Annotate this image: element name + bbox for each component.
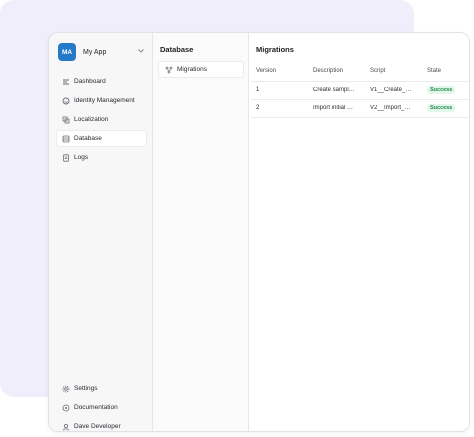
logs-icon [61,153,70,162]
cell-state: Success [422,99,469,118]
app-window: MA My App Dashboard Identity Management [48,32,470,432]
cell-version: 1 [251,81,308,100]
cell-description: Create sampl… [308,81,365,100]
cell-script: V1__Create_… [365,81,422,100]
status-badge: Success [427,104,456,112]
database-subnav: Database Migrations [153,33,249,431]
column-header[interactable]: Description [308,61,365,82]
database-icon [61,134,70,143]
cell-state: Success [422,81,469,100]
sidebar-nav: Dashboard Identity Management Localizati… [49,73,152,166]
script-text: V2__Import_… [370,105,411,111]
sidebar-item-label: Identity Management [74,97,135,104]
documentation-icon [61,403,70,412]
column-header[interactable]: State [422,61,469,82]
sidebar-item-label: Documentation [74,404,118,411]
sidebar-item-logs[interactable]: Logs [56,149,147,166]
migrations-icon [164,65,173,74]
status-badge: Success [427,86,456,94]
page-title: Migrations [256,45,294,54]
sidebar-item-settings[interactable]: Settings [56,380,147,397]
sidebar-item-label: Logs [74,154,89,161]
app-switcher[interactable]: MA My App [58,41,146,63]
description-text: Create sampl… [313,87,355,93]
column-header[interactable]: Script [365,61,422,82]
chevron-down-icon [138,49,144,55]
sidebar-item-label: Settings [74,385,98,392]
cell-script: V2__Import_… [365,99,422,118]
description-text: Import initial … [313,105,354,111]
migrations-table: Version Description Script State 1 Creat… [251,61,469,118]
app-avatar: MA [58,43,76,61]
table-row[interactable]: 1 Create sampl… V1__Create_… Success [251,81,469,100]
script-text: V1__Create_… [370,87,412,93]
sidebar-item-identity-management[interactable]: Identity Management [56,92,147,109]
sidebar-item-label: Localization [74,116,109,123]
sidebar: MA My App Dashboard Identity Management [49,33,153,431]
user-icon [61,422,70,431]
sidebar-item-database[interactable]: Database [56,130,147,147]
sidebar-footer: Settings Documentation Dave Developer [49,380,152,431]
main-content: Migrations Version Description Script St… [249,33,469,431]
table-row[interactable]: 2 Import initial … V2__Import_… Success [251,99,469,118]
sidebar-item-user[interactable]: Dave Developer [56,418,147,431]
gear-icon [61,384,70,393]
column-header[interactable]: Version [251,61,308,82]
cell-description: Import initial … [308,99,365,118]
subnav-item-migrations[interactable]: Migrations [158,61,244,78]
dashboard-icon [61,77,70,86]
subnav-item-label: Migrations [177,66,207,73]
cell-version: 2 [251,99,308,118]
sidebar-item-localization[interactable]: Localization [56,111,147,128]
subnav-title: Database [160,45,194,54]
localization-icon [61,115,70,124]
sidebar-item-label: Database [74,135,102,142]
sidebar-item-documentation[interactable]: Documentation [56,399,147,416]
table-header-row: Version Description Script State [251,61,469,82]
sidebar-item-label: Dave Developer [74,423,121,430]
sidebar-item-dashboard[interactable]: Dashboard [56,73,147,90]
app-name: My App [83,48,107,56]
identity-icon [61,96,70,105]
sidebar-item-label: Dashboard [74,78,106,85]
